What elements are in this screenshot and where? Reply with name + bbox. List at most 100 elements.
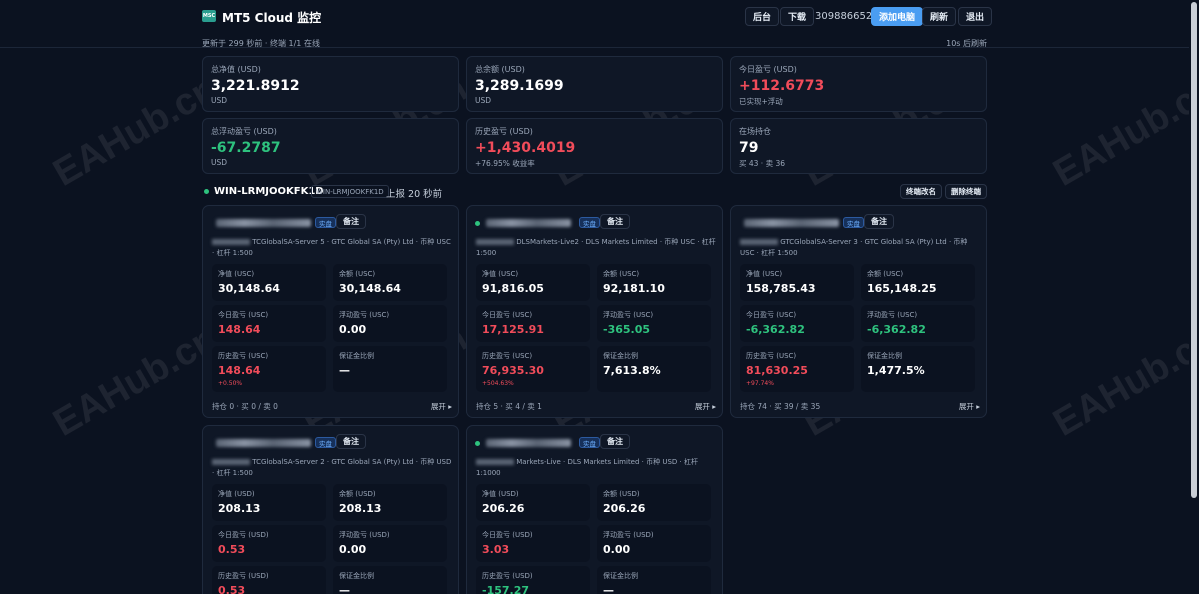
note-button[interactable]: 备注 (336, 434, 366, 449)
account-description: TCGlobalSA-Server 5 · GTC Global SA (Pty… (212, 238, 451, 257)
stat-label: 总余额 (USD) (475, 65, 525, 74)
metric-floating-pnl: 浮动盈亏 (USC) 0.00 (333, 305, 447, 342)
stat-sub: USD (211, 158, 228, 167)
note-button[interactable]: 备注 (600, 214, 630, 229)
metric-today-pnl: 今日盈亏 (USC) -6,362.82 (740, 305, 854, 342)
metric-floating-pnl: 浮动盈亏 (USD) 0.00 (333, 525, 447, 562)
metric-history-pnl: 历史盈亏 (USC) 81,630.25 +97.74% (740, 346, 854, 392)
stat-value: 79 (739, 140, 759, 156)
metric-equity: 净值 (USC) 91,816.05 (476, 264, 590, 301)
add-account-button[interactable]: 添加电脑 (871, 7, 924, 26)
stat-open-positions: 在场持仓 79 买 43 · 卖 36 (730, 118, 987, 174)
online-status-icon (475, 441, 480, 446)
download-button[interactable]: 下载 (780, 7, 815, 26)
account-card-header: 实盘 备注 (475, 214, 716, 230)
stat-total-equity: 总净值 (USD) 3,221.8912 USD (202, 56, 459, 112)
metric-history-pnl: 历史盈亏 (USC) 148.64 +0.50% (212, 346, 326, 392)
metric-margin-level: 保证金比例 — (333, 346, 447, 392)
positions-summary: 持仓 5 · 买 4 / 卖 1 展开 ▸ (476, 401, 716, 412)
stat-history-pnl: 历史盈亏 (USD) +1,430.4019 +76.95% 收益率 (466, 118, 723, 174)
account-card[interactable]: 实盘 备注 Markets-Live · DLS Markets Limited… (466, 425, 723, 594)
metric-margin-level: 保证金比例 7,613.8% (597, 346, 711, 392)
account-type-badge: 实盘 (315, 437, 336, 448)
stat-floating-pnl: 总浮动盈亏 (USD) -67.2787 USD (202, 118, 459, 174)
app-title: MT5 Cloud 监控 (222, 11, 322, 25)
account-card[interactable]: 实盘 备注 TCGlobalSA-Server 5 · GTC Global S… (202, 205, 459, 418)
stat-today-pnl: 今日盈亏 (USD) +112.6773 已实现+浮动 (730, 56, 987, 112)
stat-sub: USD (475, 96, 492, 105)
metric-equity: 净值 (USD) 206.26 (476, 484, 590, 521)
metric-balance: 余额 (USD) 206.26 (597, 484, 711, 521)
expand-button[interactable]: 展开 ▸ (431, 401, 452, 412)
stat-total-balance: 总余额 (USD) 3,289.1699 USD (466, 56, 723, 112)
metric-equity: 净值 (USD) 208.13 (212, 484, 326, 521)
stat-value: 3,221.8912 (211, 78, 300, 94)
expand-button[interactable]: 展开 ▸ (959, 401, 980, 412)
account-name-redacted (216, 439, 311, 447)
note-button[interactable]: 备注 (600, 434, 630, 449)
metric-balance: 余额 (USD) 208.13 (333, 484, 447, 521)
top-bar: MSC MT5 Cloud 监控 后台 下载 3098866521 添加电脑 刷… (0, 0, 1189, 48)
account-name-redacted (744, 219, 839, 227)
account-card[interactable]: 实盘 备注 GTCGlobalSA-Server 3 · GTC Global … (730, 205, 987, 418)
account-card[interactable]: 实盘 备注 DLSMarkets-Live2 · DLS Markets Lim… (466, 205, 723, 418)
account-card[interactable]: 实盘 备注 TCGlobalSA-Server 2 · GTC Global S… (202, 425, 459, 594)
account-description: Markets-Live · DLS Markets Limited · 币种 … (476, 458, 698, 477)
terminal-name: WIN-LRMJOOKFK1D (214, 186, 324, 197)
account-type-badge: 实盘 (579, 217, 600, 228)
watermark: EAHub.cn (1046, 67, 1199, 195)
account-description: DLSMarkets-Live2 · DLS Markets Limited ·… (476, 238, 716, 257)
page-scrollbar[interactable] (1189, 0, 1199, 594)
watermark: EAHub.cn (46, 317, 225, 445)
online-status-icon (475, 221, 480, 226)
account-type-badge: 实盘 (579, 437, 600, 448)
account-id: 3098866521 (815, 11, 879, 22)
refresh-countdown: 10s 后刷新 (946, 39, 987, 48)
scrollbar-thumb[interactable] (1191, 2, 1197, 498)
watermark: EAHub.cn (1046, 317, 1199, 445)
account-description: GTCGlobalSA-Server 3 · GTC Global SA (Pt… (740, 238, 968, 257)
metric-today-pnl: 今日盈亏 (USC) 148.64 (212, 305, 326, 342)
stat-label: 总浮动盈亏 (USD) (211, 127, 277, 136)
app-logo-icon: MSC (202, 10, 216, 22)
positions-summary: 持仓 0 · 买 0 / 卖 0 展开 ▸ (212, 401, 452, 412)
metric-floating-pnl: 浮动盈亏 (USC) -6,362.82 (861, 305, 975, 342)
stat-label: 今日盈亏 (USD) (739, 65, 797, 74)
metric-history-pnl: 历史盈亏 (USC) 76,935.30 +504.63% (476, 346, 590, 392)
metric-equity: 净值 (USC) 158,785.43 (740, 264, 854, 301)
stat-label: 历史盈亏 (USD) (475, 127, 533, 136)
note-button[interactable]: 备注 (864, 214, 894, 229)
account-type-badge: 实盘 (315, 217, 336, 228)
account-name-redacted (486, 439, 571, 447)
refresh-button[interactable]: 刷新 (922, 7, 957, 26)
expand-button[interactable]: 展开 ▸ (695, 401, 716, 412)
stat-sub: 买 43 · 卖 36 (739, 159, 786, 168)
stat-sub: 已实现+浮动 (739, 97, 783, 106)
account-name-redacted (486, 219, 571, 227)
logout-button[interactable]: 退出 (958, 7, 993, 26)
rename-terminal-button[interactable]: 终端改名 (900, 184, 942, 199)
metric-today-pnl: 今日盈亏 (USD) 3.03 (476, 525, 590, 562)
terminal-report-time: 上报 20 秒前 (386, 189, 443, 200)
metric-margin-level: 保证金比例 1,477.5% (861, 346, 975, 392)
terminal-header: WIN-LRMJOOKFK1D WIN-LRMJOOKFK1D 上报 20 秒前… (202, 184, 987, 200)
account-name-redacted (216, 219, 311, 227)
account-description: TCGlobalSA-Server 2 · GTC Global SA (Pty… (212, 458, 452, 477)
note-button[interactable]: 备注 (336, 214, 366, 229)
watermark: EAHub.cn (46, 67, 225, 195)
metric-floating-pnl: 浮动盈亏 (USD) 0.00 (597, 525, 711, 562)
metric-balance: 余额 (USC) 30,148.64 (333, 264, 447, 301)
stat-value: +112.6773 (739, 78, 825, 94)
metric-floating-pnl: 浮动盈亏 (USC) -365.05 (597, 305, 711, 342)
stat-sub: +76.95% 收益率 (475, 159, 535, 168)
account-card-header: 实盘 备注 (212, 434, 452, 450)
update-status: 更新于 299 秒前 · 终端 1/1 在线 (202, 39, 320, 48)
delete-terminal-button[interactable]: 删除终端 (945, 184, 987, 199)
account-card-header: 实盘 备注 (212, 214, 452, 230)
metric-today-pnl: 今日盈亏 (USC) 17,125.91 (476, 305, 590, 342)
online-status-icon (204, 189, 209, 194)
stat-label: 总净值 (USD) (211, 65, 261, 74)
stat-label: 在场持仓 (739, 127, 771, 136)
metric-margin-level: 保证金比例 — (597, 566, 711, 594)
admin-button[interactable]: 后台 (745, 7, 780, 26)
